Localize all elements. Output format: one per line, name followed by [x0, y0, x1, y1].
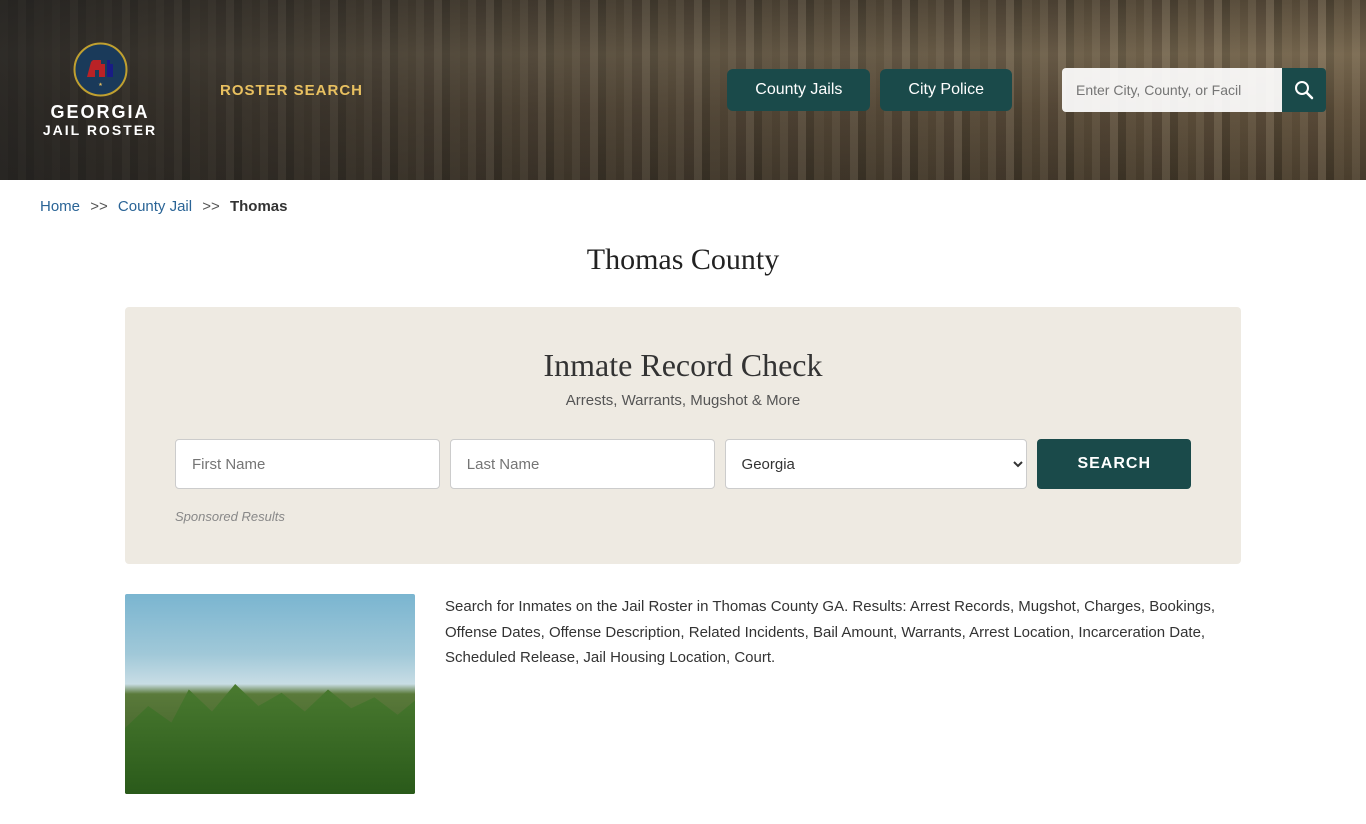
inmate-record-section: Inmate Record Check Arrests, Warrants, M… [125, 307, 1241, 564]
georgia-seal-icon: ★ [73, 42, 128, 97]
breadcrumb: Home >> County Jail >> Thomas [0, 180, 1366, 233]
logo-text-jail: JAIL ROSTER [43, 122, 157, 138]
breadcrumb-current: Thomas [230, 198, 288, 215]
breadcrumb-sep1: >> [90, 198, 108, 215]
header-search-button[interactable] [1282, 68, 1326, 112]
roster-search-link[interactable]: ROSTER SEARCH [220, 82, 363, 99]
logo-text-georgia: GEORGIA [50, 103, 149, 123]
site-header: ★ GEORGIA JAIL ROSTER ROSTER SEARCH Coun… [0, 0, 1366, 180]
first-name-input[interactable] [175, 439, 440, 489]
state-select[interactable]: Georgia Alabama Florida [725, 439, 1028, 489]
header-search [1062, 68, 1326, 112]
inmate-section-title: Inmate Record Check [175, 347, 1191, 384]
page-title: Thomas County [0, 243, 1366, 277]
header-search-input[interactable] [1062, 68, 1282, 112]
bottom-section: Search for Inmates on the Jail Roster in… [0, 564, 1366, 824]
breadcrumb-home[interactable]: Home [40, 198, 80, 215]
nav-buttons: County Jails City Police [727, 69, 1012, 111]
search-icon [1294, 80, 1314, 100]
svg-text:★: ★ [98, 82, 103, 88]
inmate-search-button[interactable]: SEARCH [1037, 439, 1191, 489]
county-description: Search for Inmates on the Jail Roster in… [445, 594, 1241, 671]
last-name-input[interactable] [450, 439, 715, 489]
county-image-inner [125, 594, 415, 794]
inmate-section-subtitle: Arrests, Warrants, Mugshot & More [175, 392, 1191, 409]
breadcrumb-sep2: >> [202, 198, 220, 215]
inmate-search-form: Georgia Alabama Florida SEARCH [175, 439, 1191, 489]
county-jails-button[interactable]: County Jails [727, 69, 870, 111]
sponsored-results-label: Sponsored Results [175, 509, 1191, 524]
city-police-button[interactable]: City Police [880, 69, 1012, 111]
county-image [125, 594, 415, 794]
breadcrumb-county-jail[interactable]: County Jail [118, 198, 192, 215]
site-logo[interactable]: ★ GEORGIA JAIL ROSTER [40, 42, 160, 139]
